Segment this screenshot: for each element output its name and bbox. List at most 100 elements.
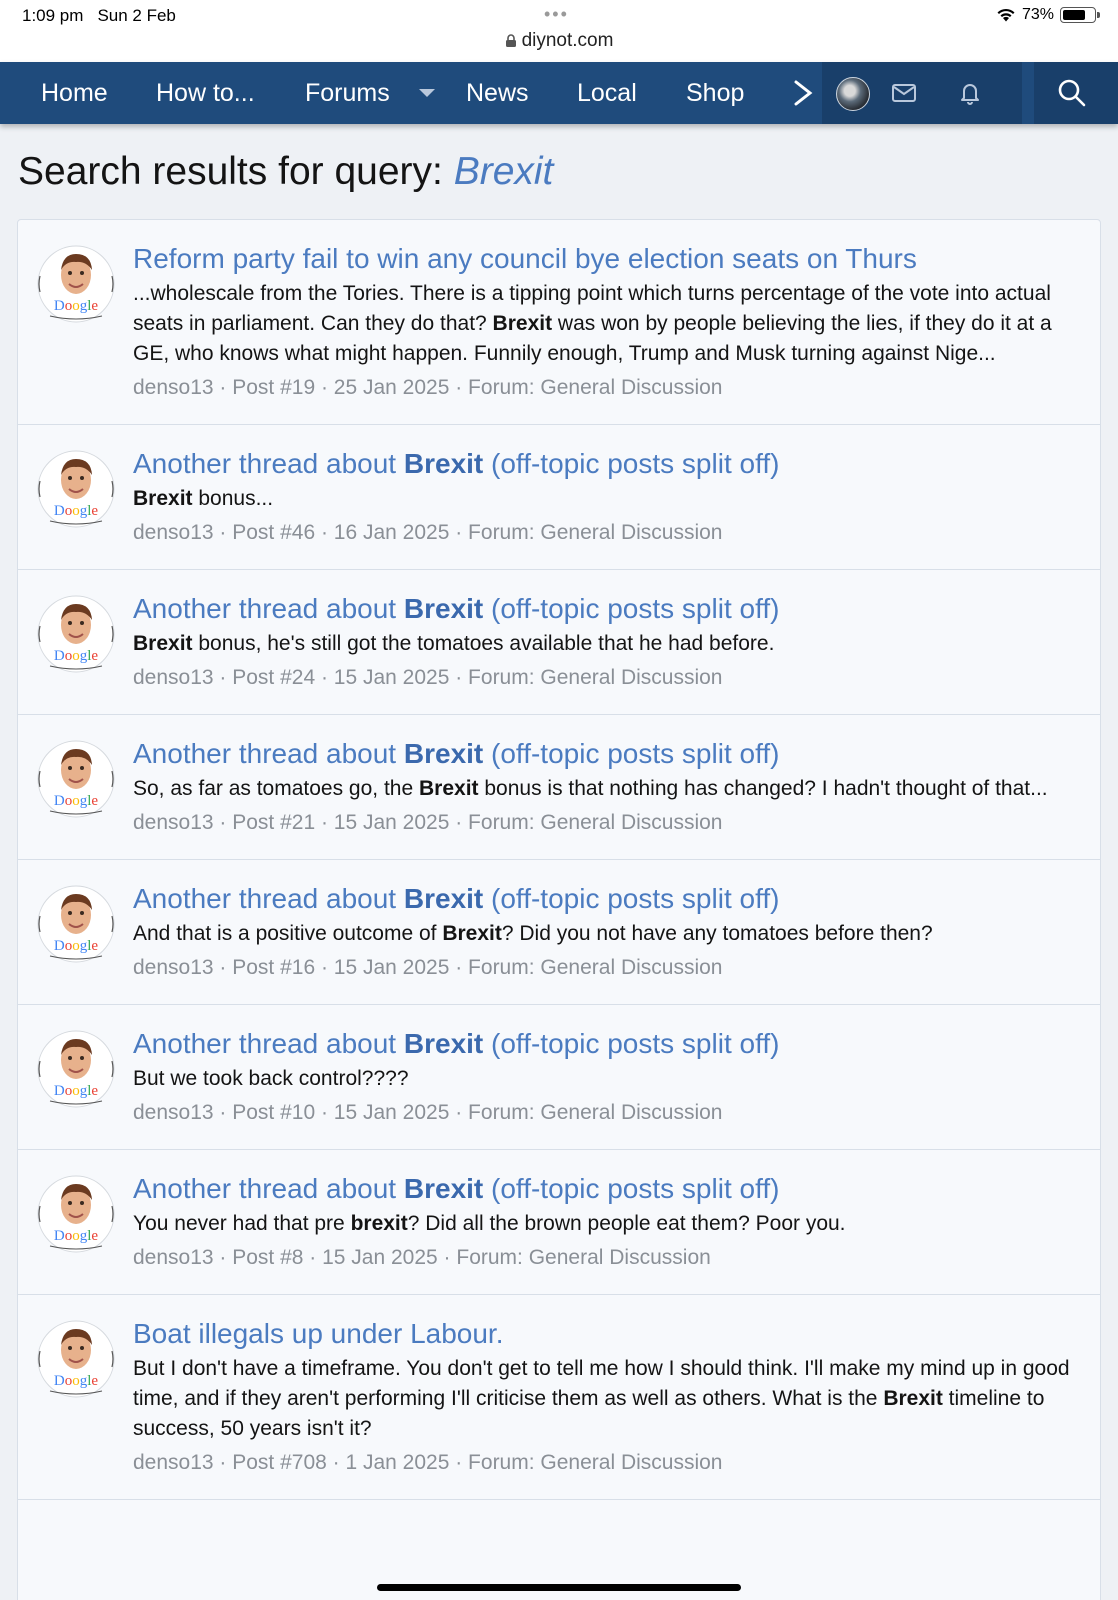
avatar-label: Doogle bbox=[54, 938, 99, 954]
avatar-label: Doogle bbox=[54, 298, 99, 314]
nav-local[interactable]: Local bbox=[577, 62, 637, 124]
result-snippet-highlight: brexit bbox=[350, 1212, 408, 1235]
avatar-label: Doogle bbox=[54, 793, 99, 809]
nav-how-to[interactable]: How to... bbox=[156, 62, 255, 124]
lock-icon bbox=[505, 34, 516, 47]
result-title-text: (off-topic posts split off) bbox=[483, 1028, 780, 1059]
result-title-link[interactable]: Another thread about Brexit (off-topic p… bbox=[133, 447, 1070, 481]
result-title-text: Another thread about bbox=[133, 738, 404, 769]
avatar[interactable]: Doogle bbox=[36, 884, 116, 964]
result-title-text: Another thread about bbox=[133, 1173, 404, 1204]
forums-dropdown-caret-icon[interactable] bbox=[419, 89, 435, 97]
result-snippet: ...wholescale from the Tories. There is … bbox=[133, 279, 1070, 369]
result-meta: denso13 · Post #8 · 15 Jan 2025 · Forum:… bbox=[133, 1246, 711, 1269]
result-snippet-text: bonus, he's still got the tomatoes avail… bbox=[192, 632, 775, 655]
result-title-link[interactable]: Another thread about Brexit (off-topic p… bbox=[133, 592, 1070, 626]
result-meta: denso13 · Post #10 · 15 Jan 2025 · Forum… bbox=[133, 1101, 723, 1124]
result-title-link[interactable]: Boat illegals up under Labour. bbox=[133, 1317, 1070, 1351]
result-title-highlight: Brexit bbox=[403, 883, 484, 914]
wifi-icon bbox=[997, 8, 1015, 22]
result-title-text: (off-topic posts split off) bbox=[483, 1173, 780, 1204]
main-nav: Home How to... Forums News Local Shop bbox=[0, 62, 1118, 124]
result-title-highlight: Brexit bbox=[403, 1028, 484, 1059]
search-result: Doogle Another thread about Brexit (off-… bbox=[18, 1005, 1100, 1150]
result-title-link[interactable]: Another thread about Brexit (off-topic p… bbox=[133, 882, 1070, 916]
envelope-icon[interactable] bbox=[890, 79, 918, 107]
search-query[interactable]: Brexit bbox=[454, 150, 554, 193]
result-title-link[interactable]: Reform party fail to win any council bye… bbox=[133, 242, 1070, 276]
status-time: 1:09 pm Sun 2 Feb bbox=[22, 6, 190, 26]
chevron-right-icon[interactable] bbox=[790, 78, 818, 108]
result-title-text: (off-topic posts split off) bbox=[483, 593, 780, 624]
result-snippet: And that is a positive outcome of Brexit… bbox=[133, 919, 1070, 949]
result-snippet: But I don't have a timeframe. You don't … bbox=[133, 1354, 1070, 1444]
result-title-text: Boat illegals up under Labour. bbox=[133, 1318, 504, 1349]
page-title: Search results for query: Brexit bbox=[18, 150, 553, 194]
battery-percent: 73% bbox=[1021, 6, 1054, 23]
avatar[interactable]: Doogle bbox=[36, 244, 116, 324]
result-title-text: Another thread about bbox=[133, 448, 404, 479]
result-title-text: (off-topic posts split off) bbox=[483, 738, 780, 769]
result-title-link[interactable]: Another thread about Brexit (off-topic p… bbox=[133, 737, 1070, 771]
status-date: Sun 2 Feb bbox=[97, 6, 176, 25]
avatar[interactable]: Doogle bbox=[36, 1319, 116, 1399]
nav-search-button[interactable] bbox=[1034, 62, 1118, 124]
result-title-text: (off-topic posts split off) bbox=[483, 883, 780, 914]
result-snippet-text: But we took back control???? bbox=[133, 1067, 409, 1090]
result-snippet: But we took back control???? bbox=[133, 1064, 1070, 1094]
nav-shop[interactable]: Shop bbox=[686, 62, 744, 124]
result-meta: denso13 · Post #19 · 25 Jan 2025 · Forum… bbox=[133, 376, 723, 399]
avatar-label: Doogle bbox=[54, 1228, 99, 1244]
result-title-link[interactable]: Another thread about Brexit (off-topic p… bbox=[133, 1172, 1070, 1206]
result-title-text: Another thread about bbox=[133, 883, 404, 914]
result-snippet: Brexit bonus... bbox=[133, 484, 1070, 514]
nav-home[interactable]: Home bbox=[41, 62, 108, 124]
result-title-highlight: Brexit bbox=[403, 738, 484, 769]
avatar[interactable]: Doogle bbox=[36, 1029, 116, 1109]
battery-icon bbox=[1060, 7, 1100, 23]
result-title-highlight: Brexit bbox=[403, 448, 484, 479]
avatar[interactable]: Doogle bbox=[36, 594, 116, 674]
result-snippet-highlight: Brexit bbox=[442, 922, 502, 945]
home-indicator[interactable] bbox=[377, 1584, 741, 1591]
result-snippet-text: ? Did you not have any tomatoes before t… bbox=[501, 922, 933, 945]
result-snippet-text: bonus... bbox=[192, 487, 274, 510]
avatar-label: Doogle bbox=[54, 1083, 99, 1099]
avatar-label: Doogle bbox=[54, 1373, 99, 1389]
search-result: Doogle Another thread about Brexit (off-… bbox=[18, 425, 1100, 570]
result-meta: denso13 · Post #21 · 15 Jan 2025 · Forum… bbox=[133, 811, 723, 834]
result-snippet: So, as far as tomatoes go, the Brexit bo… bbox=[133, 774, 1070, 804]
nav-forums[interactable]: Forums bbox=[305, 62, 390, 124]
status-clock: 1:09 pm bbox=[22, 6, 84, 25]
result-title-link[interactable]: Another thread about Brexit (off-topic p… bbox=[133, 1027, 1070, 1061]
result-title-text: Another thread about bbox=[133, 1028, 404, 1059]
result-snippet-highlight: Brexit bbox=[492, 312, 553, 335]
avatar[interactable]: Doogle bbox=[36, 739, 116, 819]
battery-fill bbox=[1063, 10, 1085, 20]
user-avatar[interactable] bbox=[836, 77, 870, 111]
nav-news[interactable]: News bbox=[466, 62, 529, 124]
url-text: diynot.com bbox=[521, 30, 614, 51]
result-meta: denso13 · Post #708 · 1 Jan 2025 · Forum… bbox=[133, 1451, 723, 1474]
result-snippet-highlight: Brexit bbox=[133, 632, 193, 655]
avatar[interactable]: Doogle bbox=[36, 1174, 116, 1254]
result-meta: denso13 · Post #24 · 15 Jan 2025 · Forum… bbox=[133, 666, 723, 689]
avatar-label: Doogle bbox=[54, 503, 99, 519]
bell-icon[interactable] bbox=[956, 79, 984, 107]
multitasking-dots[interactable]: ••• bbox=[544, 4, 569, 25]
result-title-text: (off-topic posts split off) bbox=[483, 448, 780, 479]
result-snippet-text: You never had that pre bbox=[133, 1212, 351, 1235]
status-bar: 1:09 pm Sun 2 Feb ••• 73% diynot.com bbox=[0, 0, 1118, 62]
address-bar[interactable]: diynot.com bbox=[0, 30, 1118, 52]
search-result: Doogle Another thread about Brexit (off-… bbox=[18, 1150, 1100, 1295]
result-snippet: Brexit bonus, he's still got the tomatoe… bbox=[133, 629, 1070, 659]
page-title-prefix: Search results for query: bbox=[18, 150, 443, 193]
avatar[interactable]: Doogle bbox=[36, 449, 116, 529]
search-results-list: Doogle Reform party fail to win any coun… bbox=[17, 219, 1101, 1600]
result-title-highlight: Brexit bbox=[403, 1173, 484, 1204]
search-result: Doogle Another thread about Brexit (off-… bbox=[18, 570, 1100, 715]
result-meta: denso13 · Post #16 · 15 Jan 2025 · Forum… bbox=[133, 956, 723, 979]
result-title-text: Another thread about bbox=[133, 593, 404, 624]
result-snippet-highlight: Brexit bbox=[133, 487, 193, 510]
search-result: Doogle Another thread about Brexit (off-… bbox=[18, 860, 1100, 1005]
